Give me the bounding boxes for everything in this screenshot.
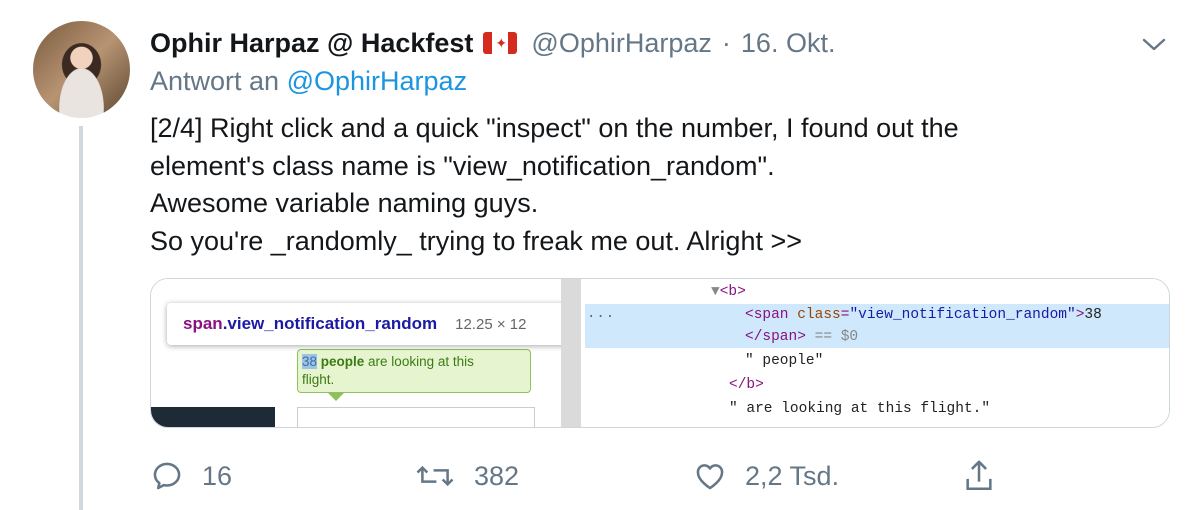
- tweet-actions: 16 382 2,2 Tsd.: [0, 452, 1196, 500]
- reply-context: Antwort an @OphirHarpaz: [150, 66, 467, 97]
- dom-line-people: " people": [745, 353, 824, 369]
- chevron-down-icon[interactable]: [1138, 30, 1170, 58]
- tweet-date[interactable]: 16. Okt.: [741, 28, 836, 59]
- canada-flag-icon: ✦: [483, 32, 518, 54]
- tooltip-dimensions: 12.25 × 12: [455, 315, 527, 333]
- bubble-text: are looking at this: [364, 354, 474, 369]
- like-count: 2,2 Tsd.: [745, 460, 840, 491]
- reply-icon: [153, 462, 181, 490]
- reply-count: 16: [202, 460, 233, 491]
- reply-prefix: Antwort an: [150, 66, 280, 96]
- dom-line-looking: " are looking at this flight.": [729, 401, 991, 417]
- inspect-tooltip: span .view_notification_random 12.25 × 12: [167, 303, 577, 345]
- tweet-text-line: element's class name is "view_notificati…: [150, 150, 775, 181]
- tweet-text-line: Awesome variable naming guys.: [150, 188, 539, 218]
- dark-block: [151, 407, 275, 427]
- tweet-image[interactable]: 38 people are looking at this flight. sp…: [150, 278, 1170, 428]
- scrollbar: [561, 279, 581, 427]
- tweet-text: [2/4] Right click and a quick "inspect" …: [150, 110, 1180, 260]
- tooltip-class: .view_notification_random: [222, 314, 438, 333]
- retweet-button[interactable]: 382: [414, 452, 519, 500]
- separator-dot: ·: [721, 27, 731, 58]
- page-input-box: [297, 407, 535, 427]
- ellipsis-icon: ···: [587, 309, 616, 325]
- tweet-text-line: [2/4] Right click and a quick "inspect" …: [150, 113, 959, 143]
- highlighted-number: 38: [302, 354, 318, 369]
- dom-line-b-close: </b>: [729, 377, 764, 393]
- webpage-pane: 38 people are looking at this flight.: [151, 279, 561, 427]
- tweet-text-line: So you're _randomly_ trying to freak me …: [150, 225, 802, 256]
- bubble-tail: [327, 392, 345, 401]
- like-button[interactable]: 2,2 Tsd.: [693, 452, 839, 500]
- dom-line-span-open: <span class="view_notification_random">3…: [745, 307, 1102, 323]
- retweet-icon: [416, 465, 454, 487]
- share-icon: [966, 460, 992, 491]
- share-button[interactable]: [962, 452, 1014, 500]
- author-name[interactable]: Ophir Harpaz @ Hackfest: [150, 28, 473, 59]
- bubble-bold-text: people: [317, 354, 365, 369]
- tooltip-element: span: [183, 314, 223, 333]
- retweet-count: 382: [474, 460, 520, 491]
- notification-bubble: 38 people are looking at this flight.: [297, 349, 531, 393]
- tweet-header: Ophir Harpaz @ Hackfest ✦ @OphirHarpaz ·…: [150, 26, 835, 60]
- dom-line-b-open: ▼<b>: [711, 284, 746, 300]
- avatar[interactable]: [33, 21, 130, 118]
- heart-icon: [696, 464, 724, 490]
- devtools-elements-panel: ··· ▼<b> <span class="view_notification_…: [581, 279, 1169, 427]
- bubble-text-line2: flight.: [302, 372, 335, 387]
- author-handle[interactable]: @OphirHarpaz: [531, 28, 711, 59]
- reply-to-handle-link[interactable]: @OphirHarpaz: [287, 66, 467, 96]
- reply-button[interactable]: 16: [150, 452, 232, 500]
- dom-line-span-close: </span> == $0: [745, 329, 859, 345]
